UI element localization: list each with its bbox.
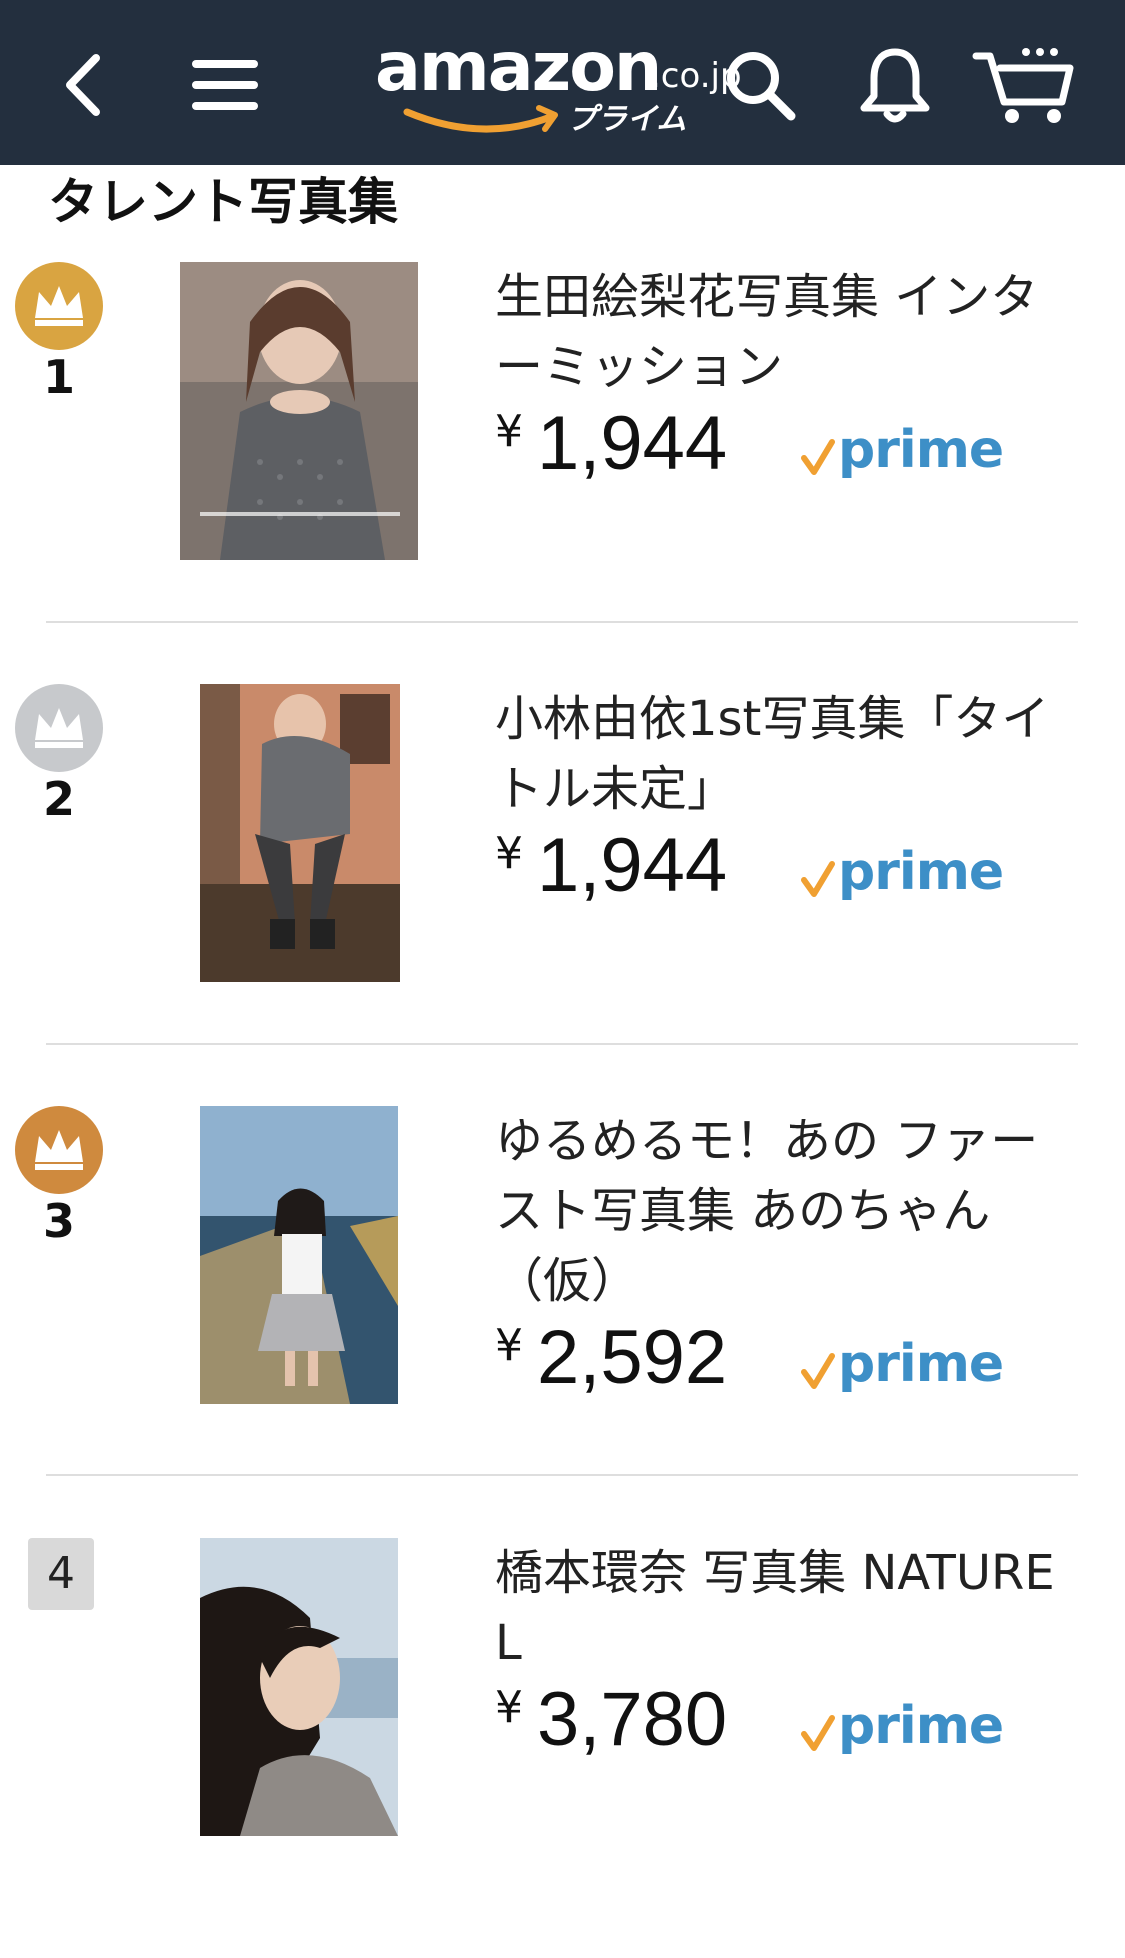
bronze-crown-badge-icon xyxy=(15,1106,103,1194)
price-amount: 2,592 xyxy=(537,1315,728,1400)
back-chevron-icon[interactable] xyxy=(40,40,130,130)
currency-symbol: ¥ xyxy=(495,406,523,457)
book-cover-image[interactable] xyxy=(200,1538,398,1836)
prime-label: prime xyxy=(838,420,1004,480)
top-navigation-bar: amazon .co.jp プライム xyxy=(0,0,1125,165)
prime-badge: prime xyxy=(800,1334,1004,1398)
list-item[interactable]: 3 ゆるめるモ！あの ファースト写真集 あのちゃん（仮） ¥2,592 prim… xyxy=(0,1106,1125,1526)
divider xyxy=(46,1474,1078,1476)
book-cover-image[interactable] xyxy=(200,684,400,982)
prime-check-icon xyxy=(801,1715,835,1751)
gold-crown-badge-icon xyxy=(15,262,103,350)
prime-label: prime xyxy=(838,1334,1004,1394)
rank-number: 1 xyxy=(42,350,75,404)
divider xyxy=(46,1043,1078,1045)
price-amount: 3,780 xyxy=(537,1677,728,1762)
logo-prime-japanese: プライム xyxy=(567,102,687,137)
book-cover-image[interactable] xyxy=(180,262,418,560)
list-item[interactable]: 1 生田絵梨花写真集 インターミッション ¥1,944 prime xyxy=(0,262,1125,682)
product-title[interactable]: 橋本環奈 写真集 NATUREL xyxy=(495,1538,1075,1678)
menu-icon[interactable] xyxy=(180,40,270,130)
price-amount: 1,944 xyxy=(537,823,728,908)
currency-symbol: ¥ xyxy=(495,1682,523,1733)
price: ¥3,780 xyxy=(495,1676,727,1763)
product-title[interactable]: 生田絵梨花写真集 インターミッション xyxy=(495,262,1075,402)
product-title[interactable]: 小林由依1st写真集「タイトル未定」 xyxy=(495,684,1075,824)
divider xyxy=(46,621,1078,623)
list-item[interactable]: 4 橋本環奈 写真集 NATUREL ¥3,780 prime xyxy=(0,1538,1125,1958)
rank-number: 3 xyxy=(42,1194,75,1248)
list-item[interactable]: 2 小林由依1st写真集「タイトル未定」 ¥1,944 prime xyxy=(0,684,1125,1104)
currency-symbol: ¥ xyxy=(495,828,523,879)
prime-check-icon xyxy=(801,439,835,475)
prime-label: prime xyxy=(838,842,1004,902)
prime-label: prime xyxy=(838,1696,1004,1756)
prime-badge: prime xyxy=(800,842,1004,906)
rank-number: 2 xyxy=(42,772,75,826)
prime-check-icon xyxy=(801,861,835,897)
price: ¥1,944 xyxy=(495,400,727,487)
currency-symbol: ¥ xyxy=(495,1320,523,1371)
silver-crown-badge-icon xyxy=(15,684,103,772)
bell-icon[interactable] xyxy=(850,40,940,130)
search-icon[interactable] xyxy=(715,40,805,130)
book-cover-image[interactable] xyxy=(200,1106,398,1404)
price: ¥1,944 xyxy=(495,822,727,909)
rank-number: 4 xyxy=(28,1538,94,1610)
price: ¥2,592 xyxy=(495,1314,727,1401)
smile-arrow-icon xyxy=(403,105,558,133)
prime-badge: prime xyxy=(800,1696,1004,1760)
cart-icon[interactable] xyxy=(970,40,1080,130)
price-amount: 1,944 xyxy=(537,401,728,486)
product-title[interactable]: ゆるめるモ！あの ファースト写真集 あのちゃん（仮） xyxy=(495,1106,1075,1316)
section-title: タレント写真集 xyxy=(48,173,398,231)
prime-badge: prime xyxy=(800,420,1004,484)
amazon-prime-logo[interactable]: amazon .co.jp プライム xyxy=(375,28,765,138)
prime-check-icon xyxy=(801,1353,835,1389)
